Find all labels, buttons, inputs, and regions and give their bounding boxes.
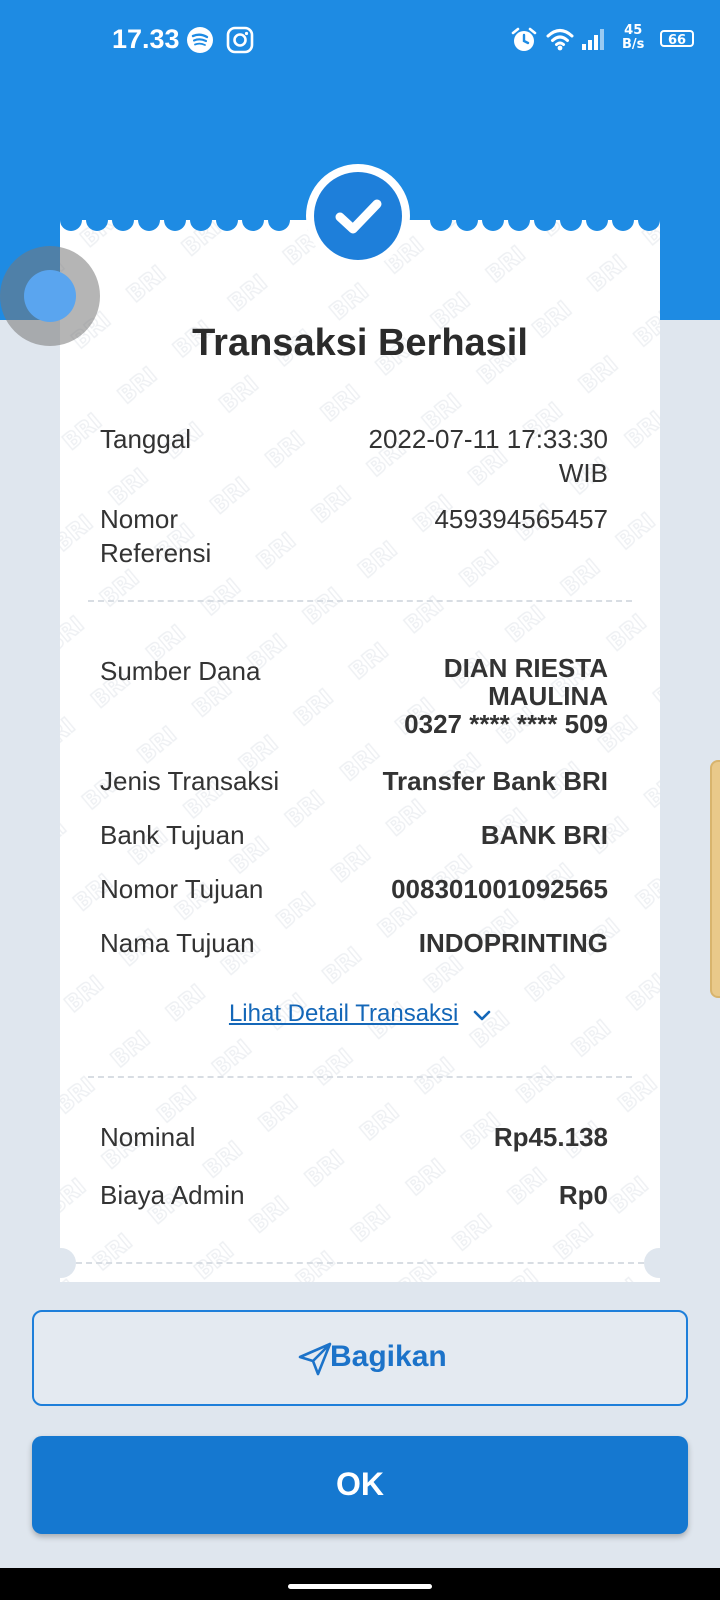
page-title: Transaksi Berhasil xyxy=(192,322,528,364)
biaya-admin-label: Biaya Admin xyxy=(100,1180,245,1210)
card-side-notch xyxy=(644,1248,674,1278)
nominal-label: Nominal xyxy=(100,1122,196,1152)
spotify-icon xyxy=(186,26,214,58)
wifi-icon xyxy=(546,26,574,56)
battery-icon: 66 xyxy=(660,30,694,48)
detail-transaksi-link[interactable]: Lihat Detail Transaksi xyxy=(60,1000,660,1029)
send-icon[interactable] xyxy=(296,1340,334,1382)
tanggal-label: Tanggal xyxy=(100,424,192,454)
status-time: 17.33 xyxy=(112,24,180,54)
sumber-dana-name-line2: MAULINA xyxy=(488,681,608,711)
card-tear-line xyxy=(76,1262,644,1264)
jenis-transaksi-label: Jenis Transaksi xyxy=(100,766,280,796)
card-side-notch xyxy=(46,1248,76,1278)
ok-button[interactable]: OK xyxy=(32,1436,688,1534)
nama-tujuan-value: INDOPRINTING xyxy=(418,928,608,958)
detail-transaksi-label[interactable]: Lihat Detail Transaksi xyxy=(229,1000,458,1027)
nama-tujuan-label: Nama Tujuan xyxy=(100,928,255,958)
alarm-icon xyxy=(510,26,538,58)
tanggal-value-line1: 2022-07-11 17:33:30 xyxy=(368,424,609,454)
biaya-admin-value: Rp0 xyxy=(558,1180,608,1210)
signal-icon xyxy=(580,26,608,56)
share-button[interactable]: Bagikan xyxy=(32,1310,688,1406)
sumber-dana-label: Sumber Dana xyxy=(100,656,261,686)
network-speed-unit: B/s xyxy=(622,37,645,52)
divider xyxy=(88,600,632,602)
bank-tujuan-value: BANK BRI xyxy=(480,820,608,850)
tanggal-value: 2022-07-11 17:33:30 WIB xyxy=(369,422,609,490)
nomor-referensi-label: Nomor Referensi xyxy=(100,502,211,570)
network-speed: 45 B/s xyxy=(622,24,644,52)
nominal-value: Rp45.138 xyxy=(493,1122,608,1152)
check-icon xyxy=(314,172,402,260)
network-speed-value: 45 xyxy=(624,23,643,38)
touch-indicator-dot xyxy=(24,270,76,322)
nomor-referensi-label-line2: Referensi xyxy=(100,538,212,568)
instagram-icon xyxy=(226,26,254,58)
tanggal-value-line2: WIB xyxy=(558,458,608,488)
nomor-referensi-value: 459394565457 xyxy=(434,504,608,534)
nomor-tujuan-value: 008301001092565 xyxy=(391,874,608,904)
sumber-dana-value: DIAN RIESTA MAULINA 0327 **** **** 509 xyxy=(404,654,608,738)
home-gesture-bar[interactable] xyxy=(288,1584,432,1589)
nomor-referensi-label-line1: Nomor xyxy=(100,504,179,534)
jenis-transaksi-value: Transfer Bank BRI xyxy=(382,766,608,796)
battery-level: 66 xyxy=(667,33,687,48)
chevron-down-icon[interactable] xyxy=(473,1001,491,1029)
ok-button-label[interactable]: OK xyxy=(32,1466,688,1503)
sumber-dana-account: 0327 **** **** 509 xyxy=(404,709,608,739)
sumber-dana-name-line1: DIAN RIESTA xyxy=(443,653,608,683)
divider xyxy=(88,1076,632,1078)
success-badge xyxy=(306,164,410,268)
edge-panel-handle[interactable] xyxy=(710,760,720,998)
share-button-label[interactable]: Bagikan xyxy=(330,1340,447,1374)
bank-tujuan-label: Bank Tujuan xyxy=(100,820,245,850)
nomor-tujuan-label: Nomor Tujuan xyxy=(100,874,264,904)
status-bar: 17.33 45 B/s 66 xyxy=(0,0,720,80)
